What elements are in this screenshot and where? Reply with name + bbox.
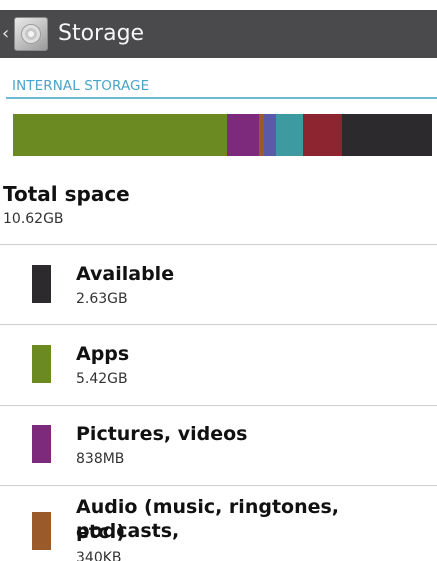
action-bar: ‹ Storage [0,10,437,58]
item-label: Pictures, videos [76,423,248,445]
section-header-internal-storage: INTERNAL STORAGE [12,78,150,94]
usage-segment-pictures-videos [226,114,260,156]
disc-glyph [21,24,41,44]
usage-segment-downloads [264,114,276,156]
usage-segment-cached-data [275,114,304,156]
color-swatch [32,265,51,303]
section-divider [6,97,437,99]
usage-segment-available [342,114,432,156]
item-label-line1: Audio (music, ringtones, podcasts, [76,496,340,542]
storage-usage-bar [13,114,432,156]
item-value: 2.63GB [76,291,128,307]
color-swatch [32,345,51,383]
usage-segment-misc [303,114,343,156]
item-value: 838MB [76,451,125,467]
total-space-value: 10.62GB [3,211,64,227]
divider [0,244,437,245]
back-chevron-icon[interactable]: ‹ [2,24,9,44]
item-label: Available [76,263,175,285]
divider [0,324,437,325]
total-space-label: Total space [3,182,130,206]
item-value: 5.42GB [76,371,128,387]
item-label: Apps [76,343,130,365]
usage-segment-apps [13,114,227,156]
storage-screen: ‹ Storage INTERNAL STORAGE Total space 1… [0,0,437,561]
item-label-line2: etc.) [76,521,126,543]
item-value: 340KB [76,550,122,561]
storage-disc-icon[interactable] [14,17,48,51]
divider [0,485,437,486]
divider [0,405,437,406]
page-title: Storage [58,21,145,46]
color-swatch [32,425,51,463]
color-swatch [32,512,51,550]
